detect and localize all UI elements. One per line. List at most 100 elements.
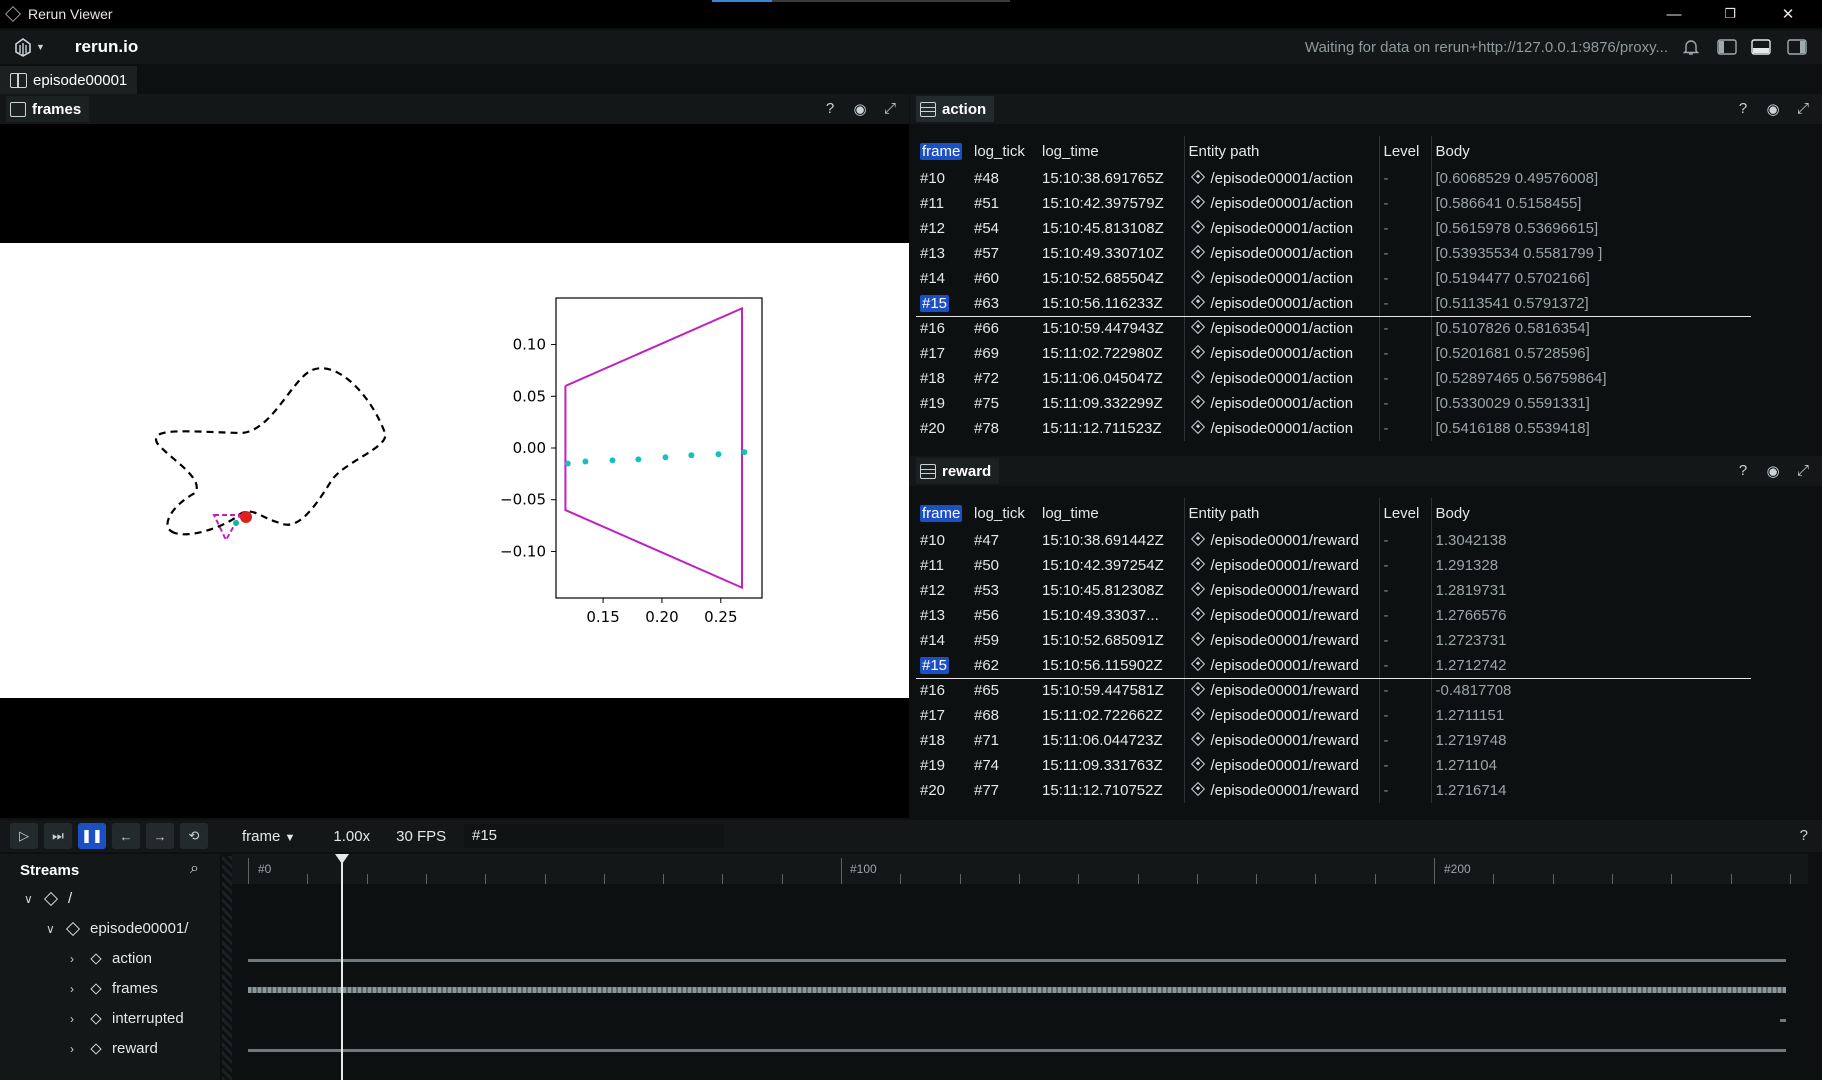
table-row[interactable]: #10 #48 15:10:38.691765Z/episode00001/acti… <box>916 166 1751 191</box>
entity-path[interactable]: /episode00001/action <box>1211 245 1354 262</box>
table-row[interactable]: #12 #54 15:10:45.813108Z/episode00001/acti… <box>916 216 1751 241</box>
column-header-log-tick[interactable]: log_tick <box>970 498 1038 528</box>
entity-path[interactable]: /episode00001/reward <box>1211 532 1359 549</box>
minimize-button[interactable]: — <box>1648 0 1700 28</box>
entity-path[interactable]: /episode00001/action <box>1211 320 1354 337</box>
entity-path[interactable]: /episode00001/action <box>1211 270 1354 287</box>
entity-path[interactable]: /episode00001/reward <box>1211 757 1359 774</box>
fps-setting[interactable]: 30 FPS <box>396 828 446 845</box>
current-time-input[interactable]: #15 <box>464 824 724 848</box>
table-row[interactable]: #17 #68 15:11:02.722662Z/episode00001/rewa… <box>916 703 1751 728</box>
close-window-button[interactable]: ✕ <box>1762 0 1814 28</box>
entity-path[interactable]: /episode00001/reward <box>1211 732 1359 749</box>
stream-item-root[interactable]: ∨ / <box>24 890 72 907</box>
timeline-selector[interactable]: frame ▼ <box>242 828 295 845</box>
restore-button[interactable]: ❐ <box>1704 0 1756 28</box>
table-row[interactable]: #12 #53 15:10:45.812308Z/episode00001/rewa… <box>916 578 1751 603</box>
entity-path[interactable]: /episode00001/reward <box>1211 682 1359 699</box>
table-row[interactable]: #15 #63 15:10:56.116233Z/episode00001/acti… <box>916 291 1751 317</box>
stream-item-frames[interactable]: › frames <box>70 980 158 997</box>
step-back-button[interactable]: ← <box>112 823 140 849</box>
column-header-entity-path[interactable]: Entity path <box>1183 136 1379 166</box>
step-forward-button[interactable]: ⏭ <box>44 823 72 849</box>
table-row[interactable]: #15 #62 15:10:56.115902Z/episode00001/rewa… <box>916 653 1751 679</box>
column-header-body[interactable]: Body <box>1430 498 1751 528</box>
pause-button[interactable]: ❚❚ <box>78 823 106 849</box>
time-cursor[interactable] <box>341 858 343 1080</box>
column-header-frame[interactable]: frame <box>916 136 970 166</box>
table-row[interactable]: #20 #77 15:11:12.710752Z/episode00001/rewa… <box>916 778 1751 803</box>
table-row[interactable]: #19 #75 15:11:09.332299Z/episode00001/acti… <box>916 391 1751 416</box>
entity-path[interactable]: /episode00001/reward <box>1211 632 1359 649</box>
frames-viewport[interactable]: 0.10 0.05 0.00 −0.05 −0.10 0.15 0.20 0.25 <box>0 124 909 818</box>
help-icon[interactable]: ? <box>1734 100 1752 118</box>
toggle-left-panel-icon[interactable] <box>1716 37 1738 57</box>
table-row[interactable]: #14 #59 15:10:52.685091Z/episode00001/rewa… <box>916 628 1751 653</box>
column-header-log-time[interactable]: log_time <box>1038 498 1184 528</box>
help-icon[interactable]: ? <box>1800 827 1808 844</box>
rerun-menu-button[interactable]: ▼ <box>12 36 45 58</box>
entity-path[interactable]: /episode00001/reward <box>1211 557 1359 574</box>
entity-path[interactable]: /episode00001/action <box>1211 345 1354 362</box>
entity-path[interactable]: /episode00001/action <box>1211 420 1354 437</box>
play-button[interactable]: ▷ <box>10 823 38 849</box>
app-name[interactable]: rerun.io <box>75 37 138 57</box>
visibility-eye-icon[interactable]: ◉ <box>1764 462 1782 480</box>
stream-item-interrupted[interactable]: › interrupted <box>70 1010 184 1027</box>
playback-speed[interactable]: 1.00x <box>333 828 370 845</box>
table-row[interactable]: #16 #66 15:10:59.447943Z/episode00001/acti… <box>916 316 1751 341</box>
action-track[interactable] <box>248 959 1786 962</box>
table-row[interactable]: #18 #72 15:11:06.045047Z/episode00001/acti… <box>916 366 1751 391</box>
timeline-ruler[interactable] <box>232 854 1808 884</box>
column-header-frame[interactable]: frame <box>916 498 970 528</box>
maximize-icon[interactable]: ⤢ <box>1794 100 1812 118</box>
recording-tab[interactable]: episode00001 <box>0 66 138 94</box>
stream-item-reward[interactable]: › reward <box>70 1040 158 1057</box>
table-row[interactable]: #16 #65 15:10:59.447581Z/episode00001/rewa… <box>916 678 1751 703</box>
visibility-eye-icon[interactable]: ◉ <box>1764 100 1782 118</box>
entity-path[interactable]: /episode00001/action <box>1211 170 1354 187</box>
entity-path[interactable]: /episode00001/action <box>1211 195 1354 212</box>
entity-path[interactable]: /episode00001/action <box>1211 370 1354 387</box>
table-row[interactable]: #20 #78 15:11:12.711523Z/episode00001/acti… <box>916 416 1751 441</box>
column-header-log-time[interactable]: log_time <box>1038 136 1184 166</box>
entity-path[interactable]: /episode00001/reward <box>1211 782 1359 799</box>
stream-item-action[interactable]: › action <box>70 950 152 967</box>
entity-path[interactable]: /episode00001/reward <box>1211 582 1359 599</box>
visibility-eye-icon[interactable]: ◉ <box>851 100 869 118</box>
timeline-area[interactable]: #0 #100 #200 <box>232 854 1808 1080</box>
action-tab[interactable]: action <box>916 96 995 122</box>
column-header-level[interactable]: Level <box>1378 498 1431 528</box>
entity-path[interactable]: /episode00001/action <box>1211 295 1354 312</box>
column-header-log-tick[interactable]: log_tick <box>970 136 1038 166</box>
reward-tab[interactable]: reward <box>916 458 1000 484</box>
column-header-level[interactable]: Level <box>1378 136 1431 166</box>
help-icon[interactable]: ? <box>821 100 839 118</box>
frames-track[interactable] <box>248 987 1786 993</box>
step-next-button[interactable]: → <box>146 823 174 849</box>
table-row[interactable]: #11 #51 15:10:42.397579Z/episode00001/acti… <box>916 191 1751 216</box>
maximize-icon[interactable]: ⤢ <box>881 100 899 118</box>
help-icon[interactable]: ? <box>1734 462 1752 480</box>
column-header-body[interactable]: Body <box>1430 136 1751 166</box>
table-row[interactable]: #11 #50 15:10:42.397254Z/episode00001/rewa… <box>916 553 1751 578</box>
entity-path[interactable]: /episode00001/reward <box>1211 707 1359 724</box>
entity-path[interactable]: /episode00001/reward <box>1211 607 1359 624</box>
notifications-bell-icon[interactable] <box>1680 37 1702 57</box>
table-row[interactable]: #17 #69 15:11:02.722980Z/episode00001/acti… <box>916 341 1751 366</box>
search-icon[interactable]: ⌕ <box>190 860 199 878</box>
interrupted-track[interactable] <box>1780 1019 1786 1022</box>
column-header-entity-path[interactable]: Entity path <box>1183 498 1379 528</box>
toggle-right-panel-icon[interactable] <box>1786 37 1808 57</box>
entity-path[interactable]: /episode00001/action <box>1211 220 1354 237</box>
loop-button[interactable]: ⟲ <box>180 823 208 849</box>
table-row[interactable]: #18 #71 15:11:06.044723Z/episode00001/rewa… <box>916 728 1751 753</box>
stream-item-episode[interactable]: ∨ episode00001/ <box>46 920 188 937</box>
entity-path[interactable]: /episode00001/reward <box>1211 657 1359 674</box>
table-row[interactable]: #13 #57 15:10:49.330710Z/episode00001/acti… <box>916 241 1751 266</box>
table-row[interactable]: #19 #74 15:11:09.331763Z/episode00001/rewa… <box>916 753 1751 778</box>
maximize-icon[interactable]: ⤢ <box>1794 462 1812 480</box>
entity-path[interactable]: /episode00001/action <box>1211 395 1354 412</box>
toggle-bottom-panel-icon[interactable] <box>1750 37 1772 57</box>
table-row[interactable]: #10 #47 15:10:38.691442Z/episode00001/rewa… <box>916 528 1751 553</box>
